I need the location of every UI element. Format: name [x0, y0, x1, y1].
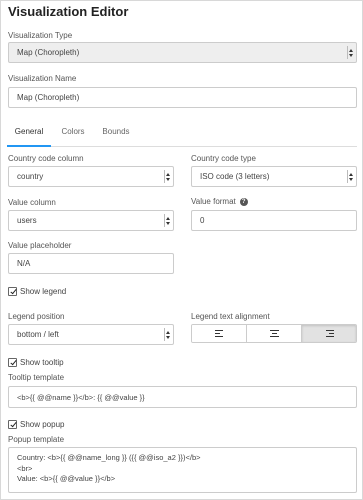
editor-panel: Visualization Editor Visualization Type … — [0, 0, 363, 500]
checkbox-checked-icon — [8, 420, 17, 429]
value-format-input[interactable]: 0 — [191, 210, 357, 231]
show-popup-label: Show popup — [20, 420, 65, 429]
viz-type-value: Map (Choropleth) — [17, 48, 80, 57]
popup-template-input[interactable]: Country: <b>{{ @@name_long }} ({{ @@iso_… — [8, 447, 357, 493]
popup-template-label: Popup template — [8, 435, 65, 444]
value-placeholder-label: Value placeholder — [8, 241, 72, 250]
align-right-icon — [325, 329, 334, 338]
legend-alignment-group — [191, 324, 357, 343]
align-center-button[interactable] — [247, 325, 302, 342]
legend-position-label: Legend position — [8, 312, 65, 321]
tab-bounds[interactable]: Bounds — [98, 121, 134, 147]
value-placeholder-input[interactable]: N/A — [8, 253, 174, 274]
country-code-column-value: country — [17, 172, 44, 181]
select-arrows-icon — [347, 46, 354, 59]
viz-type-label: Visualization Type — [8, 31, 73, 40]
country-code-type-label: Country code type — [191, 154, 256, 163]
show-popup-checkbox[interactable]: Show popup — [8, 420, 64, 429]
value-format-label-row: Value format? — [191, 197, 248, 206]
select-arrows-icon — [164, 170, 171, 183]
value-column-select[interactable]: users — [8, 210, 174, 231]
tooltip-template-input[interactable]: <b>{{ @@name }}</b>: {{ @@value }} — [8, 386, 357, 408]
value-format-label: Value format — [191, 197, 236, 206]
viz-name-input[interactable]: Map (Choropleth) — [8, 87, 357, 108]
select-arrows-icon — [164, 328, 171, 341]
tab-bar: General Colors Bounds — [7, 121, 357, 147]
align-right-button[interactable] — [302, 325, 356, 342]
help-icon[interactable]: ? — [239, 197, 248, 206]
legend-position-select[interactable]: bottom / left — [8, 324, 174, 345]
select-arrows-icon — [347, 170, 354, 183]
value-column-value: users — [17, 216, 37, 225]
country-code-type-value: ISO code (3 letters) — [200, 172, 270, 181]
legend-text-alignment-label: Legend text alignment — [191, 312, 270, 321]
checkbox-checked-icon — [8, 287, 17, 296]
country-code-column-label: Country code column — [8, 154, 84, 163]
align-left-button[interactable] — [192, 325, 247, 342]
tab-colors[interactable]: Colors — [57, 121, 89, 147]
legend-position-value: bottom / left — [17, 330, 59, 339]
select-arrows-icon — [164, 214, 171, 227]
tab-general[interactable]: General — [7, 121, 51, 147]
tooltip-template-label: Tooltip template — [8, 373, 65, 382]
viz-type-select[interactable]: Map (Choropleth) — [8, 42, 357, 63]
country-code-column-select[interactable]: country — [8, 166, 174, 187]
value-column-label: Value column — [8, 198, 56, 207]
checkbox-checked-icon — [8, 358, 17, 367]
show-tooltip-checkbox[interactable]: Show tooltip — [8, 358, 64, 367]
viz-name-label: Visualization Name — [8, 74, 77, 83]
show-tooltip-label: Show tooltip — [20, 358, 64, 367]
page-title: Visualization Editor — [8, 4, 129, 19]
country-code-type-select[interactable]: ISO code (3 letters) — [191, 166, 357, 187]
show-legend-label: Show legend — [20, 287, 67, 296]
align-center-icon — [269, 329, 279, 338]
align-left-icon — [214, 329, 224, 338]
show-legend-checkbox[interactable]: Show legend — [8, 287, 66, 296]
